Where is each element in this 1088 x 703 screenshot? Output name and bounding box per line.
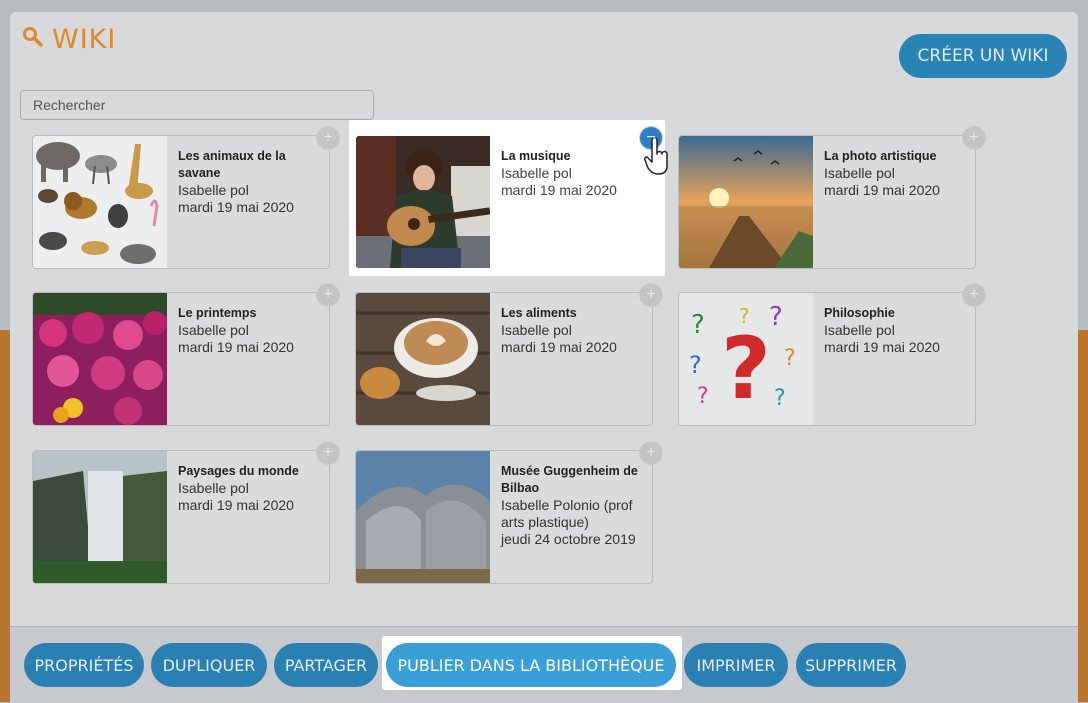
wiki-date: mardi 19 mai 2020 bbox=[178, 497, 294, 513]
wiki-thumbnail-guitar bbox=[356, 136, 490, 268]
publish-library-button[interactable]: PUBLIER DANS LA BIBLIOTHÈQUE bbox=[386, 643, 676, 687]
wiki-date: mardi 19 mai 2020 bbox=[501, 339, 617, 355]
wiki-card[interactable]: Le printemps Isabelle pol mardi 19 mai 2… bbox=[32, 284, 339, 426]
wiki-thumbnail-questions: ? ? ? ? ? ? ? ? bbox=[679, 293, 813, 425]
page-title: WIKI bbox=[52, 24, 117, 55]
wiki-thumbnail-sunset bbox=[679, 136, 813, 268]
svg-text:?: ? bbox=[774, 386, 786, 411]
svg-text:?: ? bbox=[691, 310, 705, 340]
wiki-date: mardi 19 mai 2020 bbox=[178, 199, 294, 215]
svg-text:?: ? bbox=[689, 351, 702, 379]
wiki-title[interactable]: La photo artistique bbox=[824, 148, 970, 165]
add-icon[interactable]: + bbox=[640, 284, 662, 306]
add-icon[interactable]: + bbox=[963, 127, 985, 149]
wiki-title[interactable]: La musique bbox=[501, 148, 647, 165]
wiki-date: mardi 19 mai 2020 bbox=[824, 182, 940, 198]
wiki-author: Isabelle pol bbox=[178, 480, 249, 496]
wiki-card[interactable]: Musée Guggenheim de Bilbao Isabelle Polo… bbox=[355, 442, 662, 584]
wiki-title[interactable]: Philosophie bbox=[824, 305, 970, 322]
add-icon[interactable]: + bbox=[640, 442, 662, 464]
wiki-card[interactable]: Les animaux de la savane Isabelle pol ma… bbox=[32, 127, 339, 269]
wiki-thumbnail-museum bbox=[356, 451, 490, 583]
wiki-date: mardi 19 mai 2020 bbox=[178, 339, 294, 355]
wiki-date: mardi 19 mai 2020 bbox=[824, 339, 940, 355]
search-icon bbox=[22, 26, 44, 53]
wiki-date: jeudi 24 octobre 2019 bbox=[501, 531, 636, 547]
wiki-thumbnail-animals bbox=[33, 136, 167, 268]
wiki-card[interactable]: La photo artistique Isabelle pol mardi 1… bbox=[678, 127, 985, 269]
search-input[interactable] bbox=[20, 90, 374, 120]
wiki-title[interactable]: Les aliments bbox=[501, 305, 647, 322]
wiki-author: Isabelle pol bbox=[824, 322, 895, 338]
wiki-author: Isabelle pol bbox=[501, 165, 572, 181]
print-button[interactable]: IMPRIMER bbox=[684, 643, 788, 687]
wiki-author: Isabelle Polonio (prof arts plastique) bbox=[501, 497, 633, 530]
add-icon[interactable]: + bbox=[317, 442, 339, 464]
wiki-author: Isabelle pol bbox=[501, 322, 572, 338]
wiki-card[interactable]: Les aliments Isabelle pol mardi 19 mai 2… bbox=[355, 284, 662, 426]
wiki-thumbnail-flowers bbox=[33, 293, 167, 425]
wiki-title[interactable]: Musée Guggenheim de Bilbao bbox=[501, 463, 647, 497]
wiki-title[interactable]: Le printemps bbox=[178, 305, 324, 322]
wiki-thumbnail-coffee bbox=[356, 293, 490, 425]
wiki-date: mardi 19 mai 2020 bbox=[501, 182, 617, 198]
create-wiki-button[interactable]: CRÉER UN WIKI bbox=[899, 34, 1067, 78]
wiki-thumbnail-waterfall bbox=[33, 451, 167, 583]
delete-button[interactable]: SUPPRIMER bbox=[796, 643, 906, 687]
share-button[interactable]: PARTAGER bbox=[274, 643, 378, 687]
wiki-title[interactable]: Les animaux de la savane bbox=[178, 148, 324, 182]
svg-text:?: ? bbox=[769, 302, 783, 332]
wiki-title[interactable]: Paysages du monde bbox=[178, 463, 324, 480]
hand-cursor-icon bbox=[643, 136, 671, 181]
wiki-author: Isabelle pol bbox=[824, 165, 895, 181]
wiki-author: Isabelle pol bbox=[178, 322, 249, 338]
add-icon[interactable]: + bbox=[317, 284, 339, 306]
svg-text:?: ? bbox=[784, 346, 796, 371]
duplicate-button[interactable]: DUPLIQUER bbox=[151, 643, 267, 687]
wiki-card[interactable]: ? ? ? ? ? ? ? ? Philosophie Isabelle pol… bbox=[678, 284, 985, 426]
wiki-author: Isabelle pol bbox=[178, 182, 249, 198]
svg-text:?: ? bbox=[697, 384, 709, 409]
properties-button[interactable]: PROPRIÉTÉS bbox=[24, 643, 144, 687]
wiki-card-selected[interactable]: La musique Isabelle pol mardi 19 mai 202… bbox=[355, 127, 662, 269]
svg-text:?: ? bbox=[739, 304, 750, 328]
page-header: WIKI bbox=[22, 24, 116, 55]
wiki-card[interactable]: Paysages du monde Isabelle pol mardi 19 … bbox=[32, 442, 339, 584]
svg-text:?: ? bbox=[721, 319, 771, 419]
add-icon[interactable]: + bbox=[963, 284, 985, 306]
add-icon[interactable]: + bbox=[317, 127, 339, 149]
